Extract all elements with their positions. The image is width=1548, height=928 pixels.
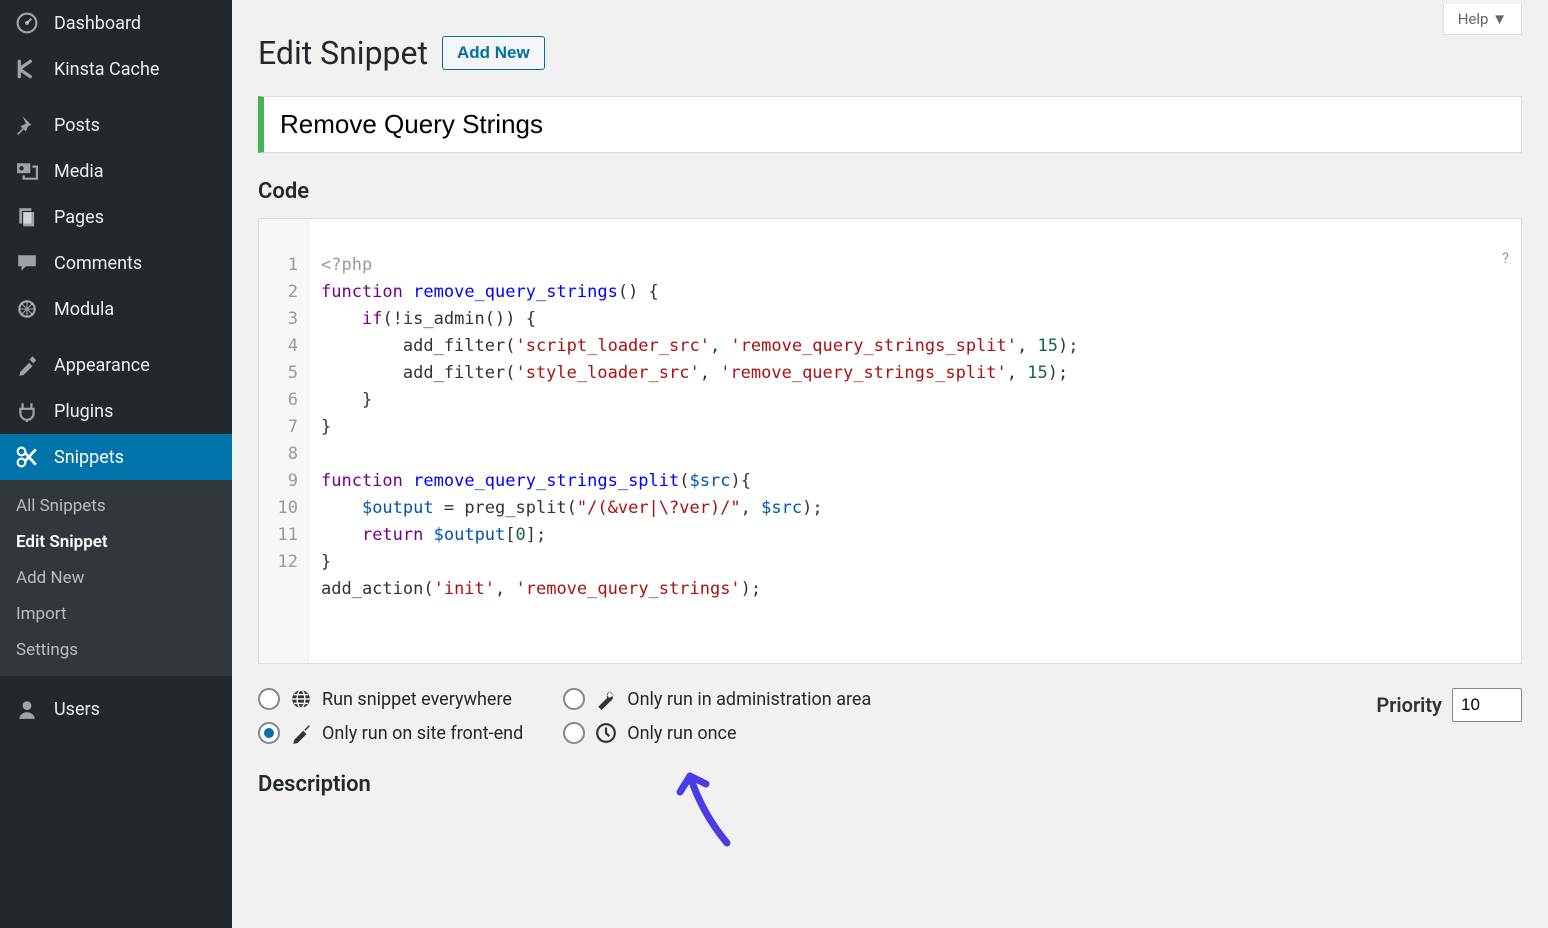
- sidebar-item-modula[interactable]: Modula: [0, 286, 232, 332]
- media-icon: [16, 160, 42, 182]
- scope-option-admin-only[interactable]: Only run in administration area: [563, 688, 871, 710]
- sidebar-item-label: Media: [54, 161, 104, 182]
- code-heading: Code: [258, 179, 1522, 204]
- pages-icon: [16, 206, 42, 228]
- sidebar-item-label: Modula: [54, 299, 114, 320]
- sidebar-item-kinsta-cache[interactable]: Kinsta Cache: [0, 46, 232, 92]
- scope-option-label: Only run on site front-end: [322, 723, 523, 744]
- submenu-item-all-snippets[interactable]: All Snippets: [0, 488, 232, 524]
- scope-option-front-end[interactable]: Only run on site front-end: [258, 722, 523, 744]
- sidebar-item-label: Pages: [54, 207, 104, 228]
- radio-admin-only[interactable]: [563, 688, 585, 710]
- sidebar-item-comments[interactable]: Comments: [0, 240, 232, 286]
- sidebar-item-label: Users: [54, 699, 100, 720]
- users-icon: [16, 698, 42, 720]
- globe-icon: [290, 688, 312, 710]
- sidebar-item-label: Dashboard: [54, 13, 141, 34]
- snippet-title-input[interactable]: [258, 96, 1522, 153]
- radio-run-once[interactable]: [563, 722, 585, 744]
- code-help-icon[interactable]: ?: [1502, 249, 1509, 267]
- scope-options: Run snippet everywhere Only run in admin…: [258, 688, 871, 744]
- pin-icon: [16, 114, 42, 136]
- sidebar-item-snippets[interactable]: Snippets: [0, 434, 232, 480]
- add-new-button[interactable]: Add New: [442, 36, 545, 70]
- appearance-icon: [16, 354, 42, 376]
- sidebar-item-users[interactable]: Users: [0, 686, 232, 732]
- main-content: Help ▼ Edit Snippet Add New Code ? 12345…: [232, 0, 1548, 928]
- dashboard-icon: [16, 12, 42, 34]
- scope-option-everywhere[interactable]: Run snippet everywhere: [258, 688, 523, 710]
- submenu-item-import[interactable]: Import: [0, 596, 232, 632]
- help-tab[interactable]: Help ▼: [1443, 4, 1522, 35]
- scope-option-label: Only run once: [627, 723, 736, 744]
- sidebar-item-label: Kinsta Cache: [54, 59, 159, 80]
- submenu-item-settings[interactable]: Settings: [0, 632, 232, 668]
- sidebar-item-dashboard[interactable]: Dashboard: [0, 0, 232, 46]
- priority-label: Priority: [1376, 693, 1442, 717]
- clock-icon: [595, 722, 617, 744]
- radio-everywhere[interactable]: [258, 688, 280, 710]
- admin-sidebar: Dashboard Kinsta Cache Posts Media Pages…: [0, 0, 232, 928]
- scope-option-label: Only run in administration area: [627, 689, 871, 710]
- modula-icon: [16, 298, 42, 320]
- brush-icon: [290, 722, 312, 744]
- submenu-item-edit-snippet[interactable]: Edit Snippet: [0, 524, 232, 560]
- sidebar-item-label: Posts: [54, 115, 100, 136]
- sidebar-submenu: All SnippetsEdit SnippetAdd NewImportSet…: [0, 480, 232, 676]
- plugins-icon: [16, 400, 42, 422]
- sidebar-item-posts[interactable]: Posts: [0, 102, 232, 148]
- submenu-item-add-new[interactable]: Add New: [0, 560, 232, 596]
- description-heading: Description: [258, 772, 1522, 797]
- sidebar-item-label: Plugins: [54, 401, 113, 422]
- page-title: Edit Snippet: [258, 34, 428, 72]
- sidebar-item-pages[interactable]: Pages: [0, 194, 232, 240]
- priority-field: Priority: [1376, 688, 1522, 722]
- priority-input[interactable]: [1452, 688, 1522, 722]
- sidebar-item-media[interactable]: Media: [0, 148, 232, 194]
- scope-option-label: Run snippet everywhere: [322, 689, 512, 710]
- snippets-icon: [16, 446, 42, 468]
- sidebar-item-label: Snippets: [54, 447, 124, 468]
- scope-option-run-once[interactable]: Only run once: [563, 722, 871, 744]
- wrench-icon: [595, 688, 617, 710]
- kinsta-icon: [16, 58, 42, 80]
- code-gutter: 123456789101112: [259, 219, 309, 663]
- comments-icon: [16, 252, 42, 274]
- code-editor[interactable]: ? 123456789101112 <?php function remove_…: [258, 218, 1522, 664]
- radio-front-end[interactable]: [258, 722, 280, 744]
- sidebar-item-plugins[interactable]: Plugins: [0, 388, 232, 434]
- sidebar-item-label: Appearance: [54, 355, 150, 376]
- sidebar-item-label: Comments: [54, 253, 142, 274]
- sidebar-item-appearance[interactable]: Appearance: [0, 342, 232, 388]
- code-content[interactable]: <?php function remove_query_strings() { …: [309, 219, 1521, 663]
